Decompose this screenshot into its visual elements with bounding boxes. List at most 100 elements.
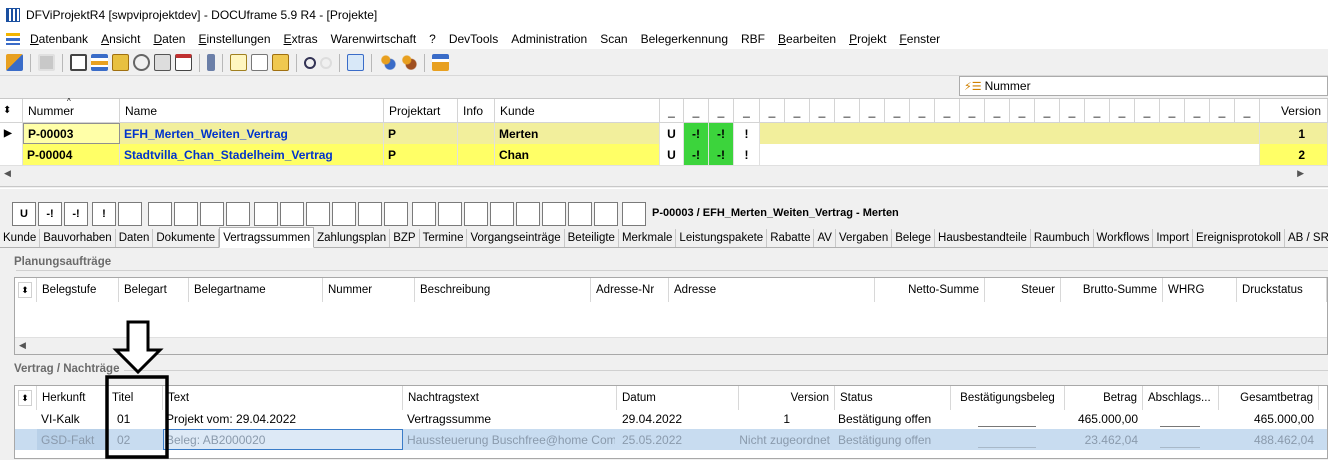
column-header-gesamtbetrag[interactable]: Gesamtbetrag (1219, 386, 1319, 410)
column-header-flag[interactable]: _ (1060, 99, 1085, 123)
status-flag-1[interactable]: -! (684, 123, 709, 144)
link-icon[interactable] (133, 54, 150, 71)
mail-icon[interactable] (251, 54, 268, 71)
status-flag-3[interactable]: ! (734, 123, 760, 144)
cell-kunde[interactable]: Merten (495, 123, 660, 144)
menu-administration[interactable]: Administration (511, 32, 587, 46)
tab-bzp[interactable]: BZP (390, 229, 420, 247)
sort-field[interactable]: ⚡︎☰ Nummer (959, 76, 1328, 96)
column-header-flag[interactable]: _ (960, 99, 985, 123)
column-header-betrag[interactable]: Betrag (1065, 386, 1143, 410)
menu-extras[interactable]: Extras (284, 32, 318, 46)
stack-icon[interactable] (154, 54, 171, 71)
row-sort-button[interactable]: ⬍ (0, 99, 23, 123)
cell-kunde[interactable]: Chan (495, 144, 660, 165)
status-flag-2[interactable]: -! (709, 123, 734, 144)
tab-vertragssummen[interactable]: Vertragssummen (219, 227, 315, 248)
menu-warenwirtschaft[interactable]: Warenwirtschaft (331, 32, 417, 46)
users-icon[interactable] (379, 54, 396, 71)
column-header-abschlags[interactable]: Abschlags... (1143, 386, 1219, 410)
column-header-flag[interactable]: _ (910, 99, 935, 123)
column-header-steuer[interactable]: Steuer (985, 278, 1061, 302)
tab-av[interactable]: AV (814, 229, 836, 247)
column-header-text[interactable]: Text (163, 386, 403, 410)
column-header-flag[interactable]: _ (1185, 99, 1210, 123)
menu-help[interactable]: ? (429, 32, 436, 46)
users-add-icon[interactable] (400, 54, 417, 71)
tab-leistungspakete[interactable]: Leistungspakete (676, 229, 768, 247)
scroll-right-icon[interactable]: ▶ (1297, 168, 1304, 179)
cell-projektart[interactable]: P (384, 123, 458, 144)
splitter[interactable] (0, 186, 1328, 189)
column-header-belegart[interactable]: Belegart (119, 278, 189, 302)
menu-projekt[interactable]: Projekt (849, 32, 886, 46)
column-header-whrg[interactable]: WHRG (1163, 278, 1237, 302)
menu-einstellungen[interactable]: Einstellungen (198, 32, 270, 46)
status-flag-2[interactable]: -! (709, 144, 734, 165)
tab-vorgangseinträge[interactable]: Vorgangseinträge (467, 229, 565, 247)
row-sort-button[interactable]: ⬍ (15, 278, 37, 302)
column-header-druckstatus[interactable]: Druckstatus (1237, 278, 1327, 302)
tab-vergaben[interactable]: Vergaben (836, 229, 893, 247)
folder-arrow-icon[interactable] (272, 54, 289, 71)
menu-fenster[interactable]: Fenster (899, 32, 940, 46)
tab-beteiligte[interactable]: Beteiligte (565, 229, 619, 247)
cell-nummer[interactable]: P-00003 (23, 123, 120, 144)
column-header-adresse-nr[interactable]: Adresse-Nr (591, 278, 669, 302)
column-header-flag[interactable]: _ (885, 99, 910, 123)
cell-info[interactable] (458, 144, 495, 165)
menu-app-icon[interactable] (6, 33, 20, 45)
folder-icon[interactable] (112, 54, 129, 71)
table-row[interactable]: VI-Kalk 01 Projekt vom: 29.04.2022 Vertr… (15, 409, 1327, 429)
column-header-nummer[interactable]: Nummer ^ (23, 97, 120, 123)
status-flag-1[interactable]: -! (684, 144, 709, 165)
grid-view-icon[interactable] (347, 54, 364, 71)
phone-icon[interactable] (207, 54, 215, 71)
column-header-name[interactable]: Name (120, 99, 384, 123)
tab-hausbestandteile[interactable]: Hausbestandteile (935, 229, 1031, 247)
menu-scan[interactable]: Scan (600, 32, 627, 46)
cell-version[interactable]: 1 (1260, 123, 1328, 144)
menu-devtools[interactable]: DevTools (449, 32, 498, 46)
horizontal-scrollbar[interactable]: ◀ ▶ (0, 165, 1328, 182)
column-header-flag[interactable]: _ (760, 99, 785, 123)
column-header-belegartname[interactable]: Belegartname (189, 278, 323, 302)
card-icon[interactable] (70, 54, 87, 71)
table-row[interactable]: P-00004 Stadtvilla_Chan_Stadelheim_Vertr… (0, 144, 1328, 165)
column-header-nachtragstext[interactable]: Nachtragstext (403, 386, 617, 410)
status-flag-3[interactable]: ! (734, 144, 760, 165)
menu-daten[interactable]: Daten (153, 32, 185, 46)
list-icon[interactable] (91, 54, 108, 71)
column-header-herkunft[interactable]: Herkunft (37, 386, 107, 410)
scroll-left-icon[interactable]: ◀ (19, 340, 26, 351)
tab-dokumente[interactable]: Dokumente (153, 229, 220, 247)
column-header-version[interactable]: Version (1260, 99, 1328, 123)
cell-name[interactable]: Stadtvilla_Chan_Stadelheim_Vertrag (120, 144, 384, 165)
tab-merkmale[interactable]: Merkmale (619, 229, 677, 247)
column-header-netto-summe[interactable]: Netto-Summe (875, 278, 985, 302)
column-header-flag[interactable]: _ (1135, 99, 1160, 123)
menu-datenbank[interactable]: Datenbank (30, 32, 88, 46)
tab-ab-sr[interactable]: AB / SR (1285, 229, 1328, 247)
column-header-adresse[interactable]: Adresse (669, 278, 875, 302)
status-u[interactable]: U (660, 144, 684, 165)
tab-rabatte[interactable]: Rabatte (767, 229, 815, 247)
column-header-brutto-summe[interactable]: Brutto-Summe (1061, 278, 1163, 302)
column-header-datum[interactable]: Datum (617, 386, 739, 410)
tab-import[interactable]: Import (1153, 229, 1193, 247)
table-row[interactable]: ▶ P-00003 EFH_Merten_Weiten_Vertrag P Me… (0, 123, 1328, 144)
tab-termine[interactable]: Termine (420, 229, 468, 247)
column-header-flag[interactable]: _ (1010, 99, 1035, 123)
status-u[interactable]: U (660, 123, 684, 144)
column-header-flag[interactable]: _ (1235, 99, 1260, 123)
horizontal-scrollbar[interactable]: ◀ (15, 337, 1327, 354)
column-header-status[interactable]: Status (835, 386, 951, 410)
export-icon[interactable] (432, 54, 449, 71)
tab-bauvorhaben[interactable]: Bauvorhaben (40, 229, 116, 247)
column-header-flag[interactable]: _ (1085, 99, 1110, 123)
document-new-icon[interactable] (230, 54, 247, 71)
table-row[interactable]: GSD-Fakt 02 Beleg: AB2000020 Haussteueru… (15, 429, 1327, 450)
new-record-icon[interactable] (6, 54, 23, 71)
column-header-kunde[interactable]: Kunde (495, 99, 660, 123)
scroll-left-icon[interactable]: ◀ (4, 168, 11, 179)
